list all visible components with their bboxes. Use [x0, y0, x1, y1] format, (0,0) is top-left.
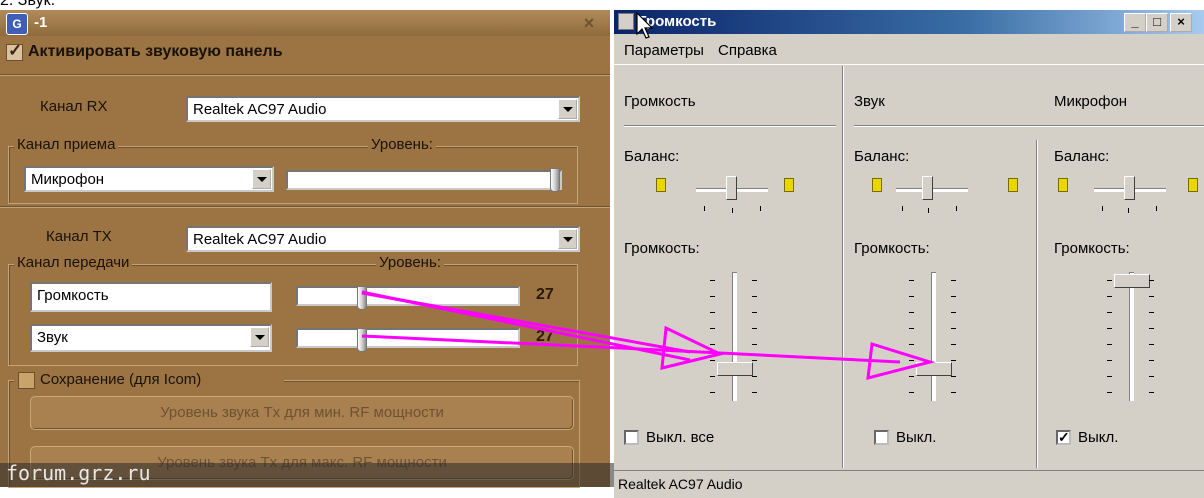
mouse-cursor-icon — [636, 12, 654, 39]
annotation-arrows — [361, 290, 936, 380]
watermark-text: forum.grz.ru — [6, 461, 151, 485]
